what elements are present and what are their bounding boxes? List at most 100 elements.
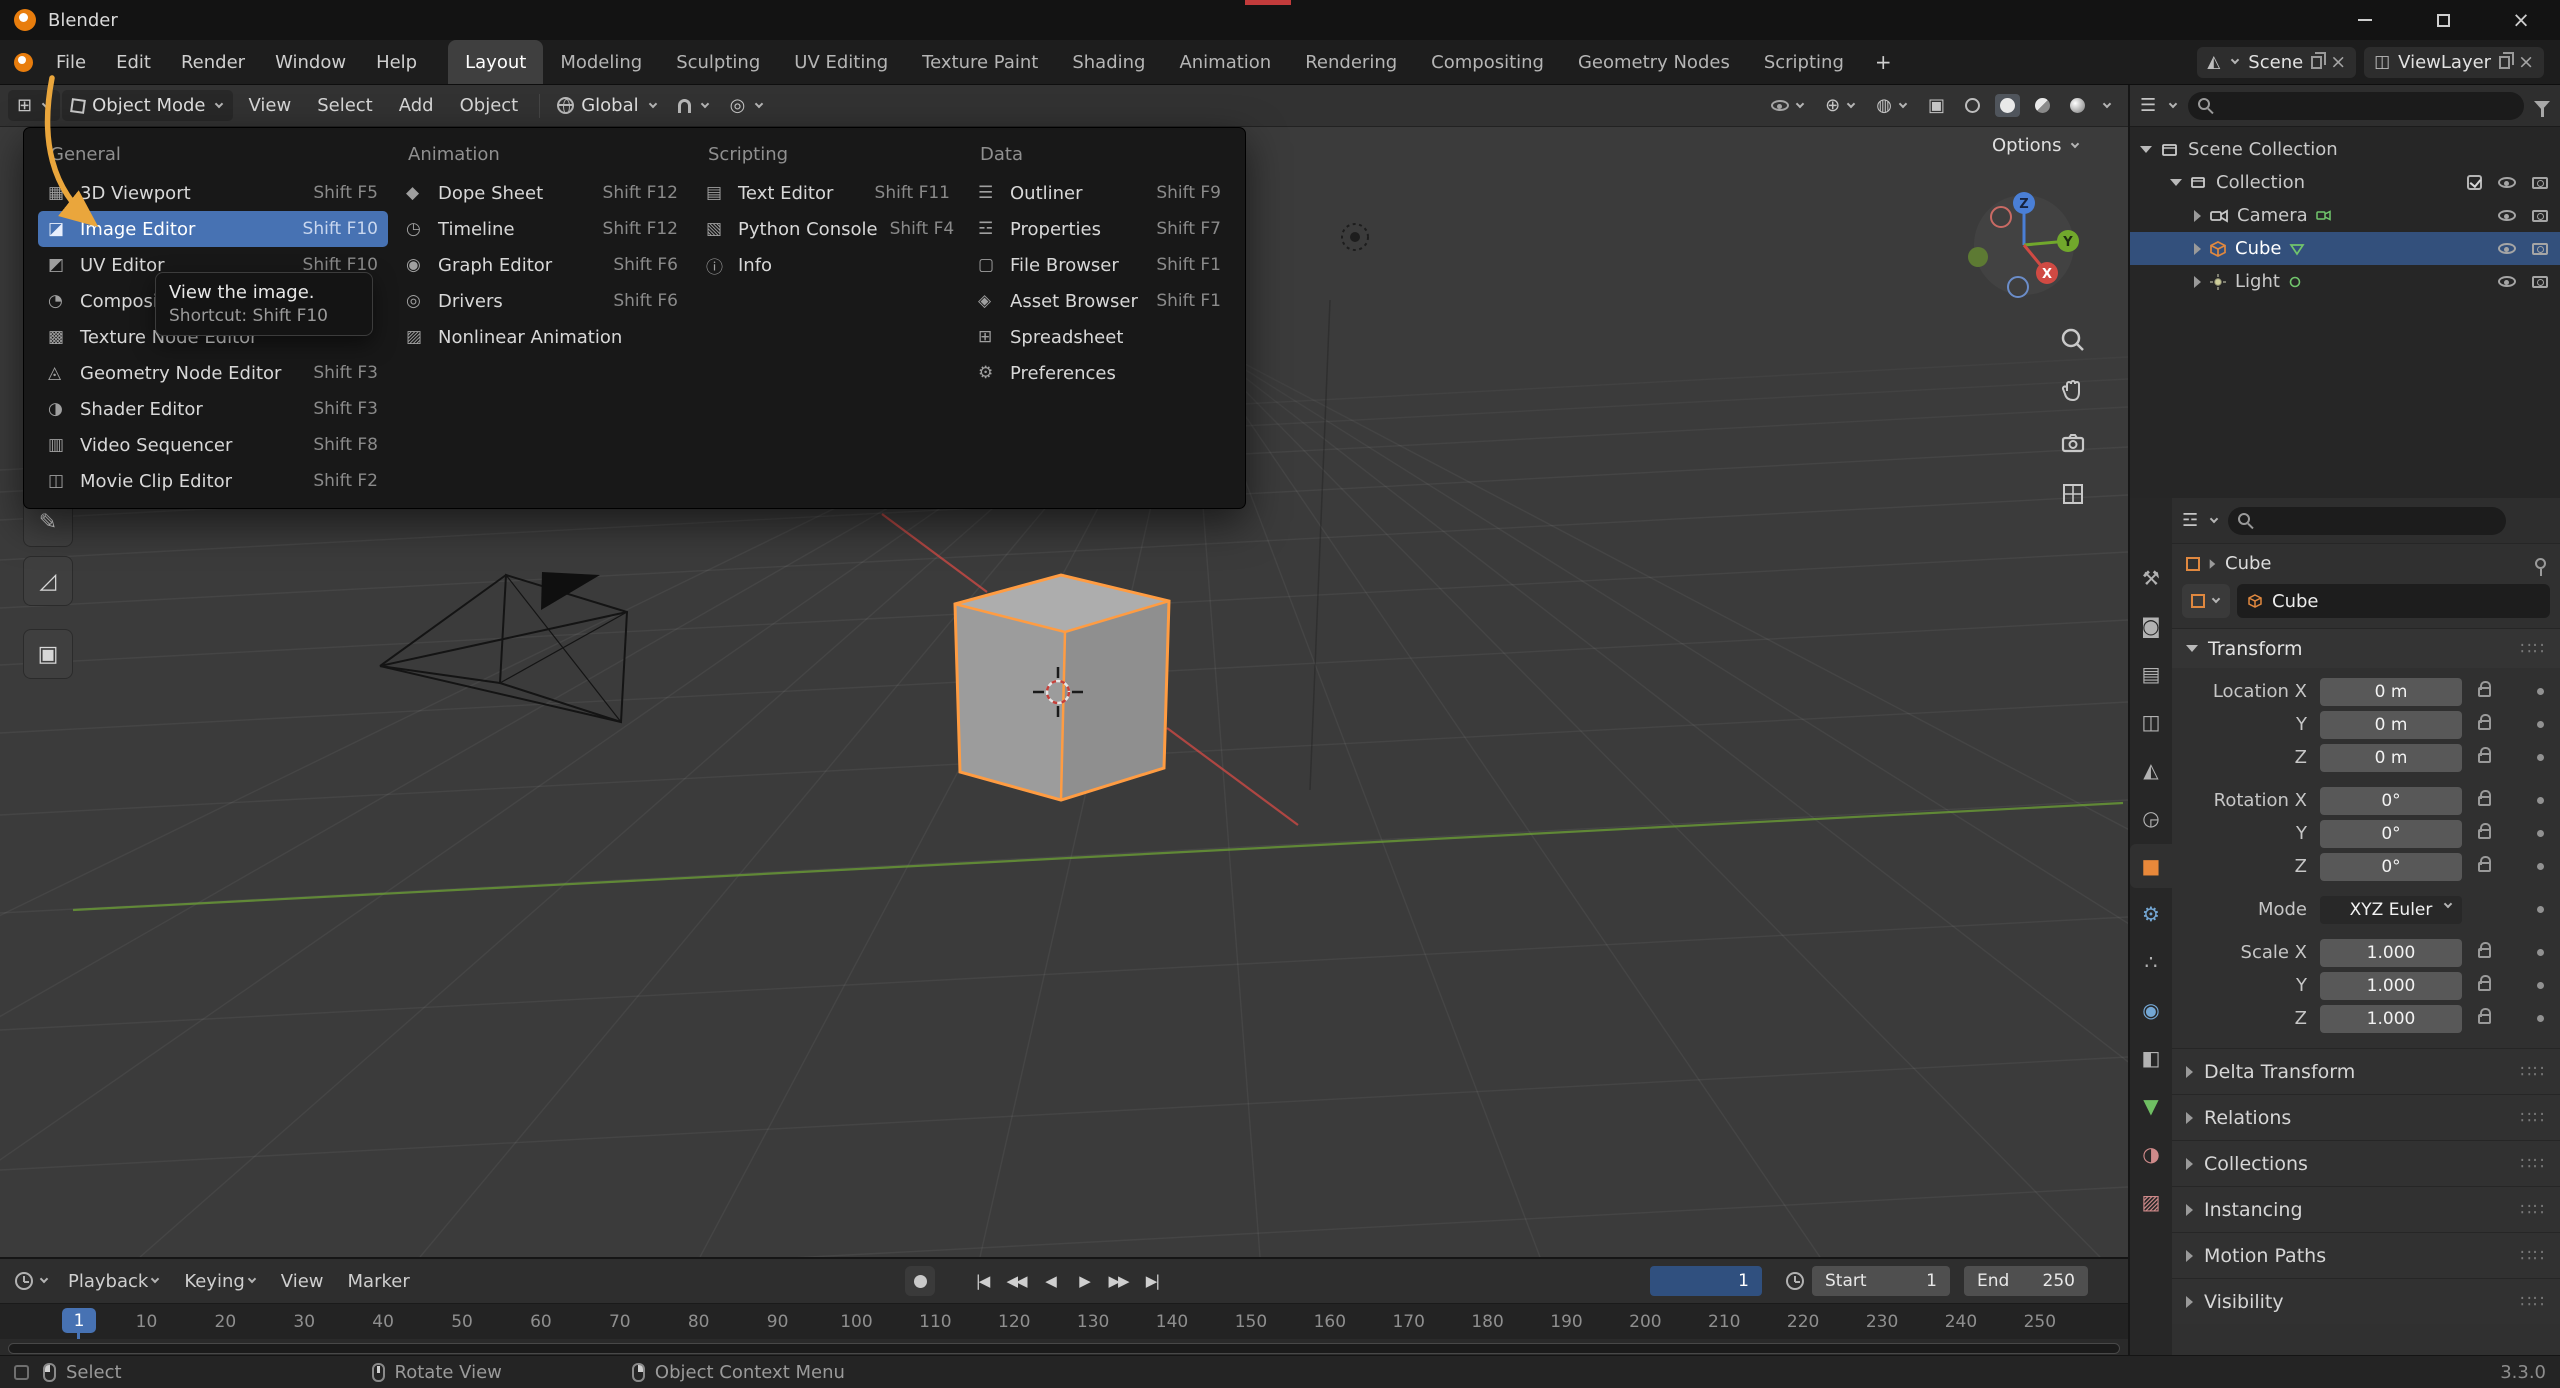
drag-grip-icon[interactable]: ∷∷ (2520, 1246, 2546, 1266)
tab-physics[interactable]: ◉ (2130, 988, 2172, 1032)
hide-eye-icon[interactable] (2498, 210, 2516, 221)
workspace-tab[interactable]: Layout (448, 40, 543, 84)
start-frame-field[interactable]: Start 1 (1812, 1266, 1950, 1296)
outliner-row-light[interactable]: Light (2130, 265, 2560, 298)
navigation-gizmo[interactable]: Z Y X (1962, 175, 2086, 304)
workspace-tab[interactable]: Shading (1055, 40, 1162, 84)
outliner-search-input[interactable] (2188, 92, 2524, 120)
timeline-menu-item[interactable]: Marker (336, 1271, 422, 1292)
shading-material-button[interactable] (2030, 94, 2055, 117)
disclosure-right-icon[interactable] (2194, 276, 2201, 288)
tab-view-layer[interactable]: ◫ (2130, 700, 2172, 744)
workspace-tab[interactable]: UV Editing (777, 40, 905, 84)
viewlayer-selector[interactable]: ◫ ViewLayer × (2364, 47, 2544, 78)
disclosure-right-icon[interactable] (2194, 210, 2201, 222)
animate-dot-icon[interactable] (2537, 797, 2544, 804)
current-frame-marker[interactable]: 1 (62, 1308, 96, 1333)
light-object[interactable] (1342, 224, 1368, 250)
editor-menu-item[interactable]: ▢ File Browser Shift F1 (968, 247, 1231, 283)
pin-icon[interactable] (2535, 558, 2546, 569)
workspace-tab[interactable]: Texture Paint (905, 40, 1055, 84)
axis-minus-z-ball[interactable] (2008, 277, 2028, 297)
transform-orientation-dropdown[interactable]: Global (548, 90, 666, 121)
menu-item[interactable]: Edit (101, 52, 166, 73)
editor-menu-item[interactable]: ☲ Properties Shift F7 (968, 211, 1231, 247)
object-name-field[interactable]: Cube (2237, 584, 2550, 618)
tab-constraints[interactable]: ◧ (2130, 1036, 2172, 1080)
tab-world[interactable]: ◶ (2130, 796, 2172, 840)
tab-output[interactable]: ▤ (2130, 652, 2172, 696)
lock-icon[interactable] (2478, 687, 2491, 697)
lock-icon[interactable] (2478, 1014, 2491, 1024)
tab-tool[interactable]: ⚒ (2130, 556, 2172, 600)
outliner-editor-icon[interactable]: ☰ (2140, 95, 2156, 116)
editor-menu-item[interactable]: ⓘ Info (696, 247, 960, 283)
shading-solid-button[interactable] (1995, 94, 2020, 117)
properties-section-header[interactable]: Instancing ∷∷ (2172, 1186, 2560, 1232)
editor-menu-item[interactable]: ◆ Dope Sheet Shift F12 (396, 175, 688, 211)
shading-wireframe-button[interactable] (1960, 94, 1985, 117)
menu-item[interactable]: Window (260, 52, 361, 73)
animate-dot-icon[interactable] (2537, 830, 2544, 837)
transform-value-field[interactable]: 0 m (2320, 744, 2462, 772)
id-type-button[interactable] (2182, 584, 2230, 618)
properties-section-header[interactable]: Visibility ∷∷ (2172, 1278, 2560, 1324)
new-scene-icon[interactable] (2311, 56, 2322, 69)
overlays-dropdown[interactable]: ◍ (1871, 91, 1913, 120)
editor-menu-item[interactable]: ◉ Graph Editor Shift F6 (396, 247, 688, 283)
gizmos-dropdown[interactable]: ⊕ (1820, 91, 1861, 120)
minimize-button[interactable] (2326, 0, 2404, 40)
add-cube-tool[interactable]: ▣ (23, 629, 73, 679)
timeline-menu-item[interactable]: Playback (56, 1271, 172, 1292)
properties-search-input[interactable] (2228, 507, 2506, 535)
measure-tool[interactable]: ◿ (23, 556, 73, 606)
animate-dot-icon[interactable] (2537, 906, 2544, 913)
viewport-menu-item[interactable]: Add (386, 95, 447, 116)
editor-menu-item[interactable]: ◈ Asset Browser Shift F1 (968, 283, 1231, 319)
disable-render-icon[interactable] (2532, 177, 2548, 189)
animate-dot-icon[interactable] (2537, 949, 2544, 956)
maximize-button[interactable] (2404, 0, 2482, 40)
zoom-button[interactable] (2056, 324, 2090, 358)
mode-dropdown[interactable]: Object Mode (62, 90, 233, 121)
filter-icon[interactable] (2534, 101, 2550, 110)
animate-dot-icon[interactable] (2537, 1015, 2544, 1022)
unlink-scene-icon[interactable]: × (2330, 56, 2346, 68)
new-viewlayer-icon[interactable] (2499, 56, 2510, 69)
transform-section-header[interactable]: Transform ∷∷ (2172, 628, 2560, 668)
play-button[interactable]: ▶ (1067, 1266, 1101, 1296)
tab-material[interactable]: ◑ (2130, 1132, 2172, 1176)
transform-value-field[interactable]: 1.000 (2320, 1005, 2462, 1033)
axis-minus-y-ball[interactable] (1968, 247, 1988, 267)
end-frame-field[interactable]: End 250 (1964, 1266, 2088, 1296)
outliner-row-scene-collection[interactable]: Scene Collection (2130, 133, 2560, 166)
options-button[interactable]: Options (1992, 135, 2080, 156)
hide-eye-icon[interactable] (2498, 243, 2516, 254)
current-frame-field[interactable]: 1 (1650, 1266, 1762, 1296)
blender-menu-icon[interactable] (14, 53, 33, 72)
timeline-menu-item[interactable]: View (269, 1271, 336, 1292)
workspace-tab[interactable]: Geometry Nodes (1561, 40, 1747, 84)
disclosure-down-icon[interactable] (2170, 179, 2182, 186)
animate-dot-icon[interactable] (2537, 721, 2544, 728)
tab-render[interactable]: ◙ (2130, 604, 2172, 648)
properties-section-header[interactable]: Motion Paths ∷∷ (2172, 1232, 2560, 1278)
camera-object[interactable] (380, 572, 627, 722)
transform-value-field[interactable]: XYZ Euler (2320, 896, 2462, 924)
editor-menu-item[interactable]: ◪ Image Editor Shift F10 (38, 211, 388, 247)
lock-icon[interactable] (2478, 720, 2491, 730)
xray-toggle[interactable]: ▣ (1923, 91, 1950, 120)
editor-menu-item[interactable]: ◬ Geometry Node Editor Shift F3 (38, 355, 388, 391)
lock-icon[interactable] (2478, 981, 2491, 991)
prev-keyframe-button[interactable]: ◀◀ (999, 1266, 1033, 1296)
lock-icon[interactable] (2478, 796, 2491, 806)
drag-grip-icon[interactable]: ∷∷ (2520, 1154, 2546, 1174)
auto-keying-button[interactable] (905, 1266, 935, 1296)
editor-menu-item[interactable]: ▦ 3D Viewport Shift F5 (38, 175, 388, 211)
pan-button[interactable] (2056, 375, 2090, 409)
editor-menu-item[interactable]: ◑ Shader Editor Shift F3 (38, 391, 388, 427)
lock-icon[interactable] (2478, 753, 2491, 763)
timeline-menu-item[interactable]: Keying (172, 1271, 268, 1292)
tab-modifiers[interactable]: ⚙ (2130, 892, 2172, 936)
snapping-button[interactable] (669, 94, 719, 118)
